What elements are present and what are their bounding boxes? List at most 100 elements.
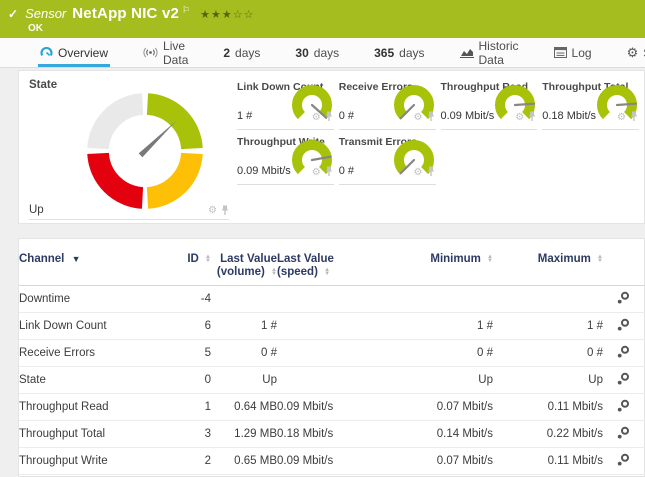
pin-icon[interactable] [630, 109, 638, 127]
column-header-id[interactable]: ID ▲▼ [171, 249, 211, 286]
pin-icon[interactable] [325, 164, 333, 182]
cell-volume: 1.29 MB [211, 421, 277, 448]
state-gauge [83, 89, 207, 218]
column-label: Last Value [220, 253, 277, 265]
tab-2-days[interactable]: 2 days [221, 38, 262, 67]
cell-min: 1 # [367, 313, 493, 340]
tab-365-days[interactable]: 365days [372, 38, 426, 67]
column-sublabel: (volume) [217, 266, 265, 278]
cell-speed: 0.18 Mbit/s [277, 421, 367, 448]
gauge-settings-gear-icon[interactable]: ⚙ [312, 168, 321, 178]
state-gauge-title: State [29, 79, 57, 91]
channel-settings-icon[interactable] [617, 372, 630, 388]
tab-label: days [235, 46, 260, 60]
column-header-minimum[interactable]: Minimum ▲▼ [367, 249, 493, 286]
gauge-tile-throughput-total: Throughput Total 0.18 Mbit/s⚙ [542, 77, 639, 130]
table-row-link-down-count: Link Down Count61 #1 #1 # [19, 313, 645, 340]
cell-speed [277, 340, 367, 367]
gauge-value: 1 # [237, 110, 252, 122]
table-row-throughput-write: Throughput Write20.65 MB0.09 Mbit/s0.07 … [19, 448, 645, 475]
flag-icon[interactable]: ⚐ [182, 5, 190, 16]
tab-label: Log [572, 46, 592, 60]
cell-volume: 0.64 MB [211, 394, 277, 421]
column-header-last-value-speed[interactable]: Last Value(speed) ▲▼ [277, 249, 367, 286]
cell-speed [277, 367, 367, 394]
column-label: Minimum [430, 253, 480, 265]
tab-number: 2 [223, 46, 230, 60]
gauges-panel: State Up ⚙ Link Down Count 1 #⚙Receive E… [18, 70, 645, 224]
column-header-channel[interactable]: Channel ▼ [19, 249, 171, 286]
gauge-settings-gear-icon[interactable]: ⚙ [312, 113, 321, 123]
tab-bar: Overview Live Data 2 days 30days 365days Histo… [0, 38, 645, 68]
cell-volume [211, 286, 277, 313]
sort-icon: ▲▼ [597, 255, 603, 263]
sort-icon: ▲▼ [324, 268, 330, 276]
sort-icon: ▲▼ [205, 255, 211, 263]
pin-icon[interactable] [528, 109, 536, 127]
channel-settings-icon[interactable] [617, 345, 630, 361]
pin-icon[interactable] [221, 205, 229, 216]
cell-channel[interactable]: Throughput Total [19, 421, 171, 448]
cell-channel[interactable]: Link Down Count [19, 313, 171, 340]
cell-speed: 0.09 Mbit/s [277, 394, 367, 421]
dropdown-arrow-icon: ▼ [72, 254, 81, 264]
cell-max: 1 # [493, 313, 603, 340]
table-row-throughput-read: Throughput Read10.64 MB0.09 Mbit/s0.07 M… [19, 394, 645, 421]
channel-settings-icon[interactable] [617, 318, 630, 334]
tab-historic-data[interactable]: Historic Data [458, 38, 521, 67]
column-label: Channel [19, 253, 64, 265]
gauge-value: 0.09 Mbit/s [237, 165, 291, 177]
tab-number: 365 [374, 46, 394, 60]
tab-live-data[interactable]: Live Data [141, 38, 190, 67]
cell-channel[interactable]: State [19, 367, 171, 394]
signal-icon [143, 47, 158, 58]
tab-label: Overview [58, 46, 108, 60]
log-icon [554, 47, 567, 58]
channel-settings-icon[interactable] [617, 453, 630, 469]
channel-settings-icon[interactable] [617, 291, 630, 307]
status-badge: OK [28, 23, 43, 34]
gauge-settings-gear-icon[interactable]: ⚙ [208, 206, 217, 216]
object-kind-label: Sensor [25, 6, 66, 21]
mini-gauge-grid: Link Down Count 1 #⚙Receive Errors 0 #⚙T… [237, 77, 639, 185]
cell-max: Up [493, 367, 603, 394]
cell-channel[interactable]: Downtime [19, 286, 171, 313]
pin-icon[interactable] [427, 109, 435, 127]
pin-icon[interactable] [427, 164, 435, 182]
channel-settings-icon[interactable] [617, 426, 630, 442]
gauge-tile-link-down-count: Link Down Count 1 #⚙ [237, 77, 334, 130]
column-label: Maximum [538, 253, 591, 265]
gauge-tile-receive-errors: Receive Errors 0 #⚙ [339, 77, 436, 130]
cell-max: 0.11 Mbit/s [493, 448, 603, 475]
gauge-settings-gear-icon[interactable]: ⚙ [414, 113, 423, 123]
cell-channel[interactable]: Receive Errors [19, 340, 171, 367]
gauge-tile-transmit-errors: Transmit Errors 0 #⚙ [339, 132, 436, 185]
channel-table-body: Downtime-4Link Down Count61 #1 #1 #Recei… [19, 286, 645, 477]
cell-volume: 0 # [211, 340, 277, 367]
gauge-settings-gear-icon[interactable]: ⚙ [617, 113, 626, 123]
pin-icon[interactable] [325, 109, 333, 127]
priority-stars[interactable]: ★★★☆☆ [200, 8, 254, 21]
tab-log[interactable]: Log [552, 38, 594, 67]
sensor-header: ✓ Sensor NetApp NIC v2 ⚐ ★★★☆☆ OK [0, 0, 645, 38]
gauge-value: 0 # [339, 165, 354, 177]
state-gauge-footer: Up ⚙ [29, 204, 229, 220]
column-header-last-value-volume[interactable]: Last Value(volume) ▲▼ [211, 249, 277, 286]
cell-min: 0.07 Mbit/s [367, 394, 493, 421]
cell-id: 3 [171, 421, 211, 448]
gauge-settings-gear-icon[interactable]: ⚙ [414, 168, 423, 178]
cell-min [367, 286, 493, 313]
cell-min: 0.14 Mbit/s [367, 421, 493, 448]
channel-settings-icon[interactable] [617, 399, 630, 415]
column-header-maximum[interactable]: Maximum ▲▼ [493, 249, 603, 286]
tab-30-days[interactable]: 30days [293, 38, 341, 67]
tab-settings[interactable]: ⚙Settings [625, 38, 645, 67]
gauge-settings-gear-icon[interactable]: ⚙ [515, 113, 524, 123]
sensor-title: NetApp NIC v2 [72, 5, 179, 22]
tab-overview[interactable]: Overview [38, 38, 110, 67]
cell-channel[interactable]: Throughput Read [19, 394, 171, 421]
cell-max: 0.11 Mbit/s [493, 394, 603, 421]
cell-channel[interactable]: Throughput Write [19, 448, 171, 475]
cell-volume: 1 # [211, 313, 277, 340]
table-row-throughput-total: Throughput Total31.29 MB0.18 Mbit/s0.14 … [19, 421, 645, 448]
